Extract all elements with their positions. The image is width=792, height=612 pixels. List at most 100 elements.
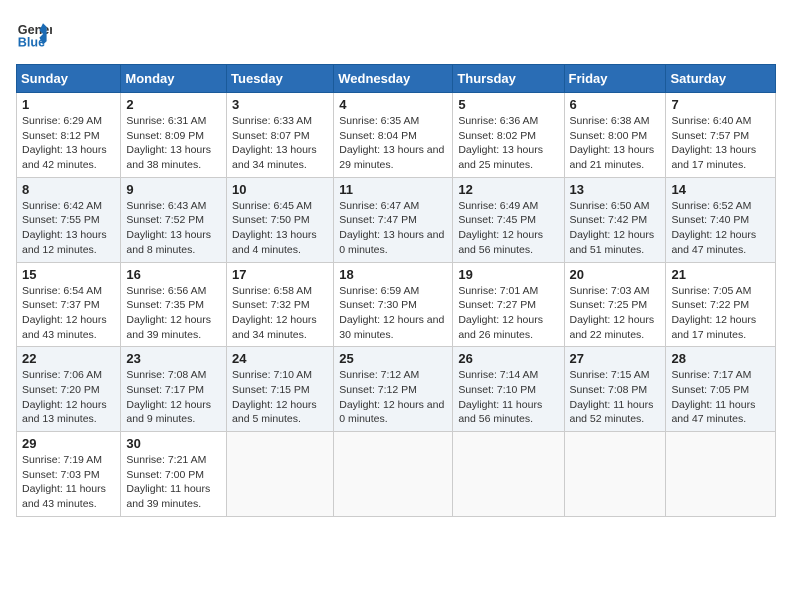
day-number: 23 (126, 351, 221, 366)
calendar-cell: 30Sunrise: 7:21 AMSunset: 7:00 PMDayligh… (121, 432, 227, 517)
day-number: 16 (126, 267, 221, 282)
day-number: 15 (22, 267, 115, 282)
calendar-cell: 7 Sunrise: 6:40 AMSunset: 7:57 PMDaylight… (666, 93, 776, 178)
day-number: 1 (22, 97, 115, 112)
calendar-cell: 11 Sunrise: 6:47 AMSunset: 7:47 PMDayligh… (334, 177, 453, 262)
calendar-cell: 28 Sunrise: 7:17 AMSunset: 7:05 PMDayligh… (666, 347, 776, 432)
day-info: Sunrise: 6:33 AMSunset: 8:07 PMDaylight:… (232, 114, 328, 173)
day-info: Sunrise: 6:50 AMSunset: 7:42 PMDaylight:… (570, 199, 661, 258)
col-header-wednesday: Wednesday (334, 65, 453, 93)
day-number: 21 (671, 267, 770, 282)
day-info: Sunrise: 6:36 AMSunset: 8:02 PMDaylight:… (458, 114, 558, 173)
day-info: Sunrise: 7:12 AMSunset: 7:12 PMDaylight:… (339, 368, 447, 427)
calendar-cell (334, 432, 453, 517)
calendar-cell: 4 Sunrise: 6:35 AMSunset: 8:04 PMDaylight… (334, 93, 453, 178)
calendar-cell: 1 Sunrise: 6:29 AMSunset: 8:12 PMDaylight… (17, 93, 121, 178)
day-info: Sunrise: 7:17 AMSunset: 7:05 PMDaylight:… (671, 368, 770, 427)
day-info: Sunrise: 7:05 AMSunset: 7:22 PMDaylight:… (671, 284, 770, 343)
day-info: Sunrise: 7:01 AMSunset: 7:27 PMDaylight:… (458, 284, 558, 343)
calendar-cell: 8 Sunrise: 6:42 AMSunset: 7:55 PMDaylight… (17, 177, 121, 262)
day-number: 29 (22, 436, 115, 451)
day-number: 18 (339, 267, 447, 282)
day-number: 17 (232, 267, 328, 282)
day-info: Sunrise: 6:42 AMSunset: 7:55 PMDaylight:… (22, 199, 115, 258)
day-info: Sunrise: 7:19 AMSunset: 7:03 PMDaylight:… (22, 453, 115, 512)
day-number: 9 (126, 182, 221, 197)
calendar-cell: 10Sunrise: 6:45 AMSunset: 7:50 PMDayligh… (227, 177, 334, 262)
day-number: 4 (339, 97, 447, 112)
calendar-cell: 17 Sunrise: 6:58 AMSunset: 7:32 PMDayligh… (227, 262, 334, 347)
calendar-cell: 13 Sunrise: 6:50 AMSunset: 7:42 PMDayligh… (564, 177, 666, 262)
day-info: Sunrise: 6:54 AMSunset: 7:37 PMDaylight:… (22, 284, 115, 343)
day-number: 7 (671, 97, 770, 112)
calendar-week-5: 29 Sunrise: 7:19 AMSunset: 7:03 PMDayligh… (17, 432, 776, 517)
day-number: 6 (570, 97, 661, 112)
calendar-week-4: 22 Sunrise: 7:06 AMSunset: 7:20 PMDayligh… (17, 347, 776, 432)
day-number: 12 (458, 182, 558, 197)
calendar-cell: 18 Sunrise: 6:59 AMSunset: 7:30 PMDayligh… (334, 262, 453, 347)
day-info: Sunrise: 6:49 AMSunset: 7:45 PMDaylight:… (458, 199, 558, 258)
day-number: 14 (671, 182, 770, 197)
calendar-cell: 15 Sunrise: 6:54 AMSunset: 7:37 PMDayligh… (17, 262, 121, 347)
calendar-cell (227, 432, 334, 517)
day-info: Sunrise: 6:45 AMSunset: 7:50 PMDaylight:… (232, 199, 328, 258)
day-info: Sunrise: 6:43 AMSunset: 7:52 PMDaylight:… (126, 199, 221, 258)
calendar-cell: 20 Sunrise: 7:03 AMSunset: 7:25 PMDayligh… (564, 262, 666, 347)
day-info: Sunrise: 7:15 AMSunset: 7:08 PMDaylight:… (570, 368, 661, 427)
calendar-table: SundayMondayTuesdayWednesdayThursdayFrid… (16, 64, 776, 517)
day-info: Sunrise: 6:29 AMSunset: 8:12 PMDaylight:… (22, 114, 115, 173)
calendar-cell: 22 Sunrise: 7:06 AMSunset: 7:20 PMDayligh… (17, 347, 121, 432)
day-number: 13 (570, 182, 661, 197)
logo: General Blue (16, 16, 52, 52)
day-number: 25 (339, 351, 447, 366)
calendar-cell: 29 Sunrise: 7:19 AMSunset: 7:03 PMDayligh… (17, 432, 121, 517)
col-header-tuesday: Tuesday (227, 65, 334, 93)
calendar-week-2: 8 Sunrise: 6:42 AMSunset: 7:55 PMDaylight… (17, 177, 776, 262)
day-info: Sunrise: 7:14 AMSunset: 7:10 PMDaylight:… (458, 368, 558, 427)
day-number: 20 (570, 267, 661, 282)
day-number: 5 (458, 97, 558, 112)
day-info: Sunrise: 6:38 AMSunset: 8:00 PMDaylight:… (570, 114, 661, 173)
calendar-week-1: 1 Sunrise: 6:29 AMSunset: 8:12 PMDaylight… (17, 93, 776, 178)
calendar-cell: 27 Sunrise: 7:15 AMSunset: 7:08 PMDayligh… (564, 347, 666, 432)
calendar-cell: 2 Sunrise: 6:31 AMSunset: 8:09 PMDaylight… (121, 93, 227, 178)
day-info: Sunrise: 6:31 AMSunset: 8:09 PMDaylight:… (126, 114, 221, 173)
day-info: Sunrise: 7:10 AMSunset: 7:15 PMDaylight:… (232, 368, 328, 427)
calendar-cell: 26 Sunrise: 7:14 AMSunset: 7:10 PMDayligh… (453, 347, 564, 432)
day-info: Sunrise: 6:56 AMSunset: 7:35 PMDaylight:… (126, 284, 221, 343)
day-info: Sunrise: 6:58 AMSunset: 7:32 PMDaylight:… (232, 284, 328, 343)
col-header-saturday: Saturday (666, 65, 776, 93)
calendar-cell (564, 432, 666, 517)
calendar-week-3: 15 Sunrise: 6:54 AMSunset: 7:37 PMDayligh… (17, 262, 776, 347)
calendar-cell: 5 Sunrise: 6:36 AMSunset: 8:02 PMDaylight… (453, 93, 564, 178)
day-info: Sunrise: 6:40 AMSunset: 7:57 PMDaylight:… (671, 114, 770, 173)
col-header-monday: Monday (121, 65, 227, 93)
calendar-cell: 19Sunrise: 7:01 AMSunset: 7:27 PMDayligh… (453, 262, 564, 347)
calendar-cell: 6 Sunrise: 6:38 AMSunset: 8:00 PMDaylight… (564, 93, 666, 178)
calendar-cell: 14 Sunrise: 6:52 AMSunset: 7:40 PMDayligh… (666, 177, 776, 262)
logo-icon: General Blue (16, 16, 52, 52)
day-number: 26 (458, 351, 558, 366)
calendar-cell: 23Sunrise: 7:08 AMSunset: 7:17 PMDayligh… (121, 347, 227, 432)
day-info: Sunrise: 7:03 AMSunset: 7:25 PMDaylight:… (570, 284, 661, 343)
col-header-thursday: Thursday (453, 65, 564, 93)
day-number: 2 (126, 97, 221, 112)
calendar-cell: 16 Sunrise: 6:56 AMSunset: 7:35 PMDayligh… (121, 262, 227, 347)
day-number: 11 (339, 182, 447, 197)
day-info: Sunrise: 6:59 AMSunset: 7:30 PMDaylight:… (339, 284, 447, 343)
day-number: 24 (232, 351, 328, 366)
day-info: Sunrise: 6:47 AMSunset: 7:47 PMDaylight:… (339, 199, 447, 258)
day-number: 28 (671, 351, 770, 366)
day-info: Sunrise: 6:52 AMSunset: 7:40 PMDaylight:… (671, 199, 770, 258)
day-info: Sunrise: 7:06 AMSunset: 7:20 PMDaylight:… (22, 368, 115, 427)
day-info: Sunrise: 7:21 AMSunset: 7:00 PMDaylight:… (126, 453, 221, 512)
calendar-cell (666, 432, 776, 517)
calendar-cell: 9 Sunrise: 6:43 AMSunset: 7:52 PMDaylight… (121, 177, 227, 262)
day-info: Sunrise: 6:35 AMSunset: 8:04 PMDaylight:… (339, 114, 447, 173)
day-number: 22 (22, 351, 115, 366)
calendar-cell (453, 432, 564, 517)
day-number: 8 (22, 182, 115, 197)
calendar-cell: 21 Sunrise: 7:05 AMSunset: 7:22 PMDayligh… (666, 262, 776, 347)
day-number: 27 (570, 351, 661, 366)
col-header-friday: Friday (564, 65, 666, 93)
